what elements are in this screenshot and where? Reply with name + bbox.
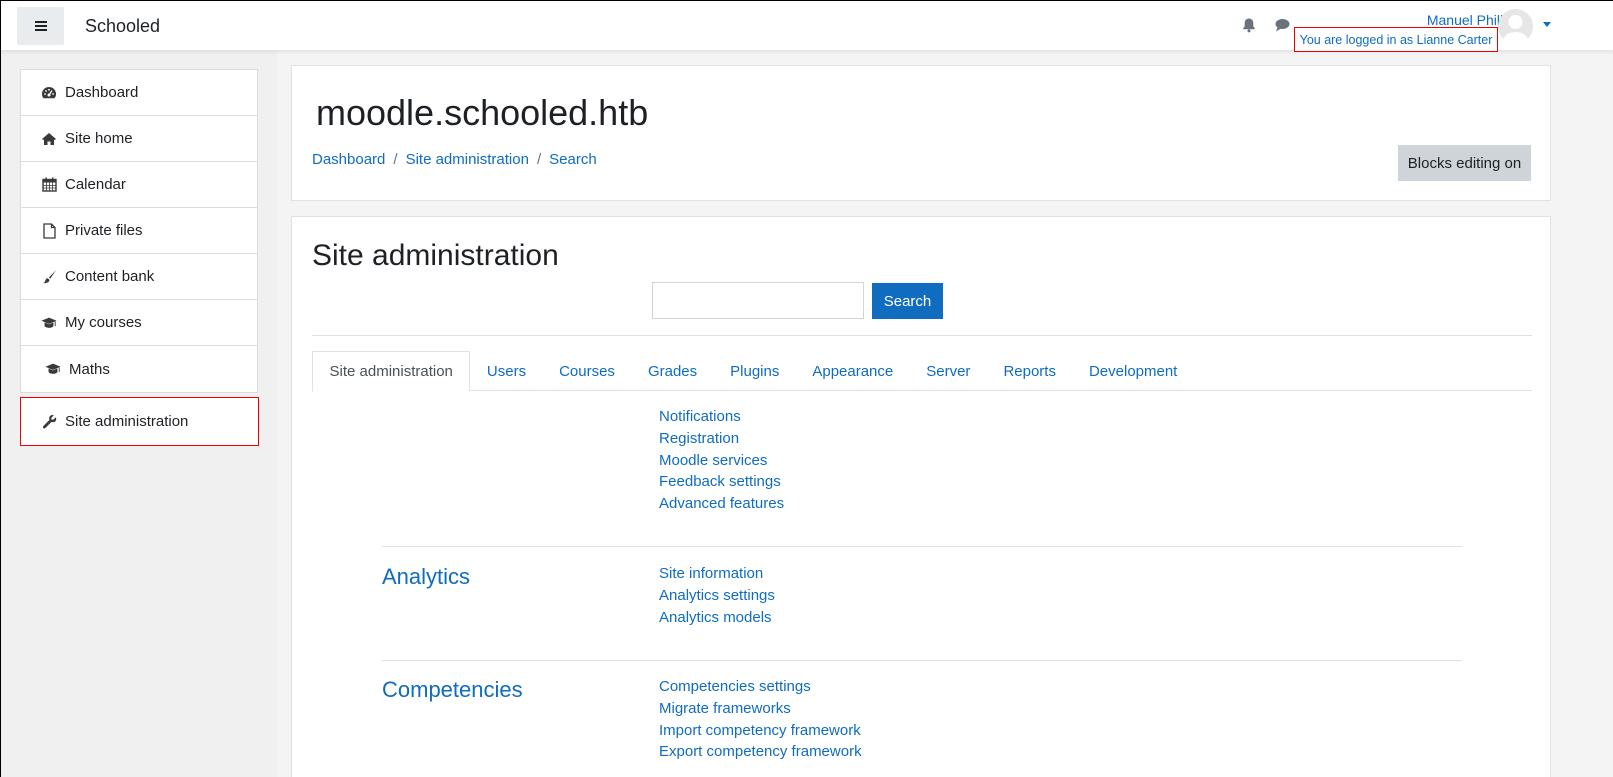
tab-plugins[interactable]: Plugins (714, 351, 796, 391)
link-analytics-settings[interactable]: Analytics settings (659, 585, 775, 607)
drawer-item-private-files[interactable]: Private files (21, 208, 257, 254)
tab-appearance[interactable]: Appearance (796, 351, 910, 391)
drawer-item-label: Calendar (65, 176, 126, 193)
top-navbar: Schooled Manuel Phillips You are logged … (0, 0, 1613, 52)
tab-grades[interactable]: Grades (631, 351, 713, 391)
link-site-information[interactable]: Site information (659, 563, 775, 585)
logged-in-as-link[interactable]: You are logged in as Lianne Carter (1294, 27, 1498, 52)
breadcrumb: Dashboard / Site administration / Search (312, 151, 597, 168)
search-button[interactable]: Search (872, 283, 943, 319)
tab-site-administration[interactable]: Site administration (312, 351, 471, 392)
chat-icon[interactable] (1274, 17, 1290, 33)
section-heading: Site administration (312, 239, 559, 272)
breadcrumb-separator: / (536, 151, 542, 168)
tab-server[interactable]: Server (910, 351, 987, 391)
drawer-item-label: Maths (69, 360, 110, 378)
section-title-competencies[interactable]: Competencies (382, 677, 523, 703)
link-export-competency-framework[interactable]: Export competency framework (659, 741, 862, 763)
link-import-competency-framework[interactable]: Import competency framework (659, 720, 862, 742)
avatar-placeholder-icon (1502, 15, 1529, 44)
link-competencies-settings[interactable]: Competencies settings (659, 676, 862, 698)
link-feedback-settings[interactable]: Feedback settings (659, 471, 784, 493)
site-brand[interactable]: Schooled (85, 16, 160, 37)
user-menu-caret-icon[interactable] (1543, 22, 1551, 27)
breadcrumb-separator: / (393, 151, 398, 168)
divider (312, 335, 1532, 336)
nav-drawer: Dashboard Site home Calendar Private fil… (0, 50, 277, 777)
analytics-links: Site information Analytics settings Anal… (659, 563, 775, 628)
drawer-item-my-courses[interactable]: My courses (21, 300, 257, 346)
link-registration[interactable]: Registration (659, 428, 784, 450)
admin-search-input[interactable] (652, 282, 864, 319)
drawer-item-calendar[interactable]: Calendar (21, 162, 257, 208)
tab-development[interactable]: Development (1072, 351, 1193, 391)
brush-icon (41, 269, 57, 285)
graduation-cap-icon (41, 315, 57, 331)
admin-tabs: Site administration Users Courses Grades… (312, 351, 1532, 392)
drawer-item-site-administration[interactable]: Site administration (20, 397, 259, 446)
link-moodle-services[interactable]: Moodle services (659, 450, 784, 472)
drawer-nav-list: Dashboard Site home Calendar Private fil… (20, 69, 258, 393)
dashboard-icon (41, 85, 57, 101)
drawer-item-site-home[interactable]: Site home (21, 116, 257, 162)
link-notifications[interactable]: Notifications (659, 406, 784, 428)
tab-courses[interactable]: Courses (543, 351, 632, 391)
tab-users[interactable]: Users (470, 351, 542, 391)
file-icon (41, 222, 57, 239)
hamburger-icon (34, 21, 47, 31)
section-title-analytics[interactable]: Analytics (382, 564, 470, 590)
wrench-icon (41, 414, 57, 430)
tab-reports[interactable]: Reports (987, 351, 1073, 391)
breadcrumb-search[interactable]: Search (549, 151, 597, 168)
drawer-item-content-bank[interactable]: Content bank (21, 254, 257, 300)
drawer-item-label: Private files (65, 222, 143, 239)
menu-toggle-button[interactable] (17, 7, 64, 45)
calendar-icon (41, 177, 57, 193)
breadcrumb-site-administration[interactable]: Site administration (406, 151, 529, 168)
page-header: moodle.schooled.htb Dashboard / Site adm… (291, 65, 1551, 201)
drawer-item-label: My courses (65, 314, 142, 331)
home-icon (41, 131, 57, 147)
blocks-editing-button[interactable]: Blocks editing on (1398, 145, 1531, 181)
drawer-item-dashboard[interactable]: Dashboard (21, 70, 257, 116)
section-divider (382, 660, 1462, 661)
general-links: Notifications Registration Moodle servic… (659, 406, 784, 515)
page-title: moodle.schooled.htb (316, 92, 649, 133)
link-advanced-features[interactable]: Advanced features (659, 493, 784, 515)
user-avatar[interactable] (1498, 9, 1533, 44)
graduation-cap-icon (45, 361, 61, 377)
link-analytics-models[interactable]: Analytics models (659, 607, 775, 629)
content-card: Site administration Search Site administ… (291, 216, 1551, 777)
drawer-item-label: Site home (65, 130, 133, 147)
breadcrumb-dashboard[interactable]: Dashboard (312, 151, 385, 168)
drawer-item-label: Dashboard (65, 84, 139, 101)
section-divider (382, 546, 1462, 547)
drawer-item-maths[interactable]: Maths (21, 346, 257, 392)
drawer-item-label: Site administration (65, 413, 189, 430)
drawer-item-label: Content bank (65, 268, 155, 285)
bell-icon[interactable] (1241, 17, 1257, 33)
competencies-links: Competencies settings Migrate frameworks… (659, 676, 862, 763)
link-migrate-frameworks[interactable]: Migrate frameworks (659, 698, 862, 720)
